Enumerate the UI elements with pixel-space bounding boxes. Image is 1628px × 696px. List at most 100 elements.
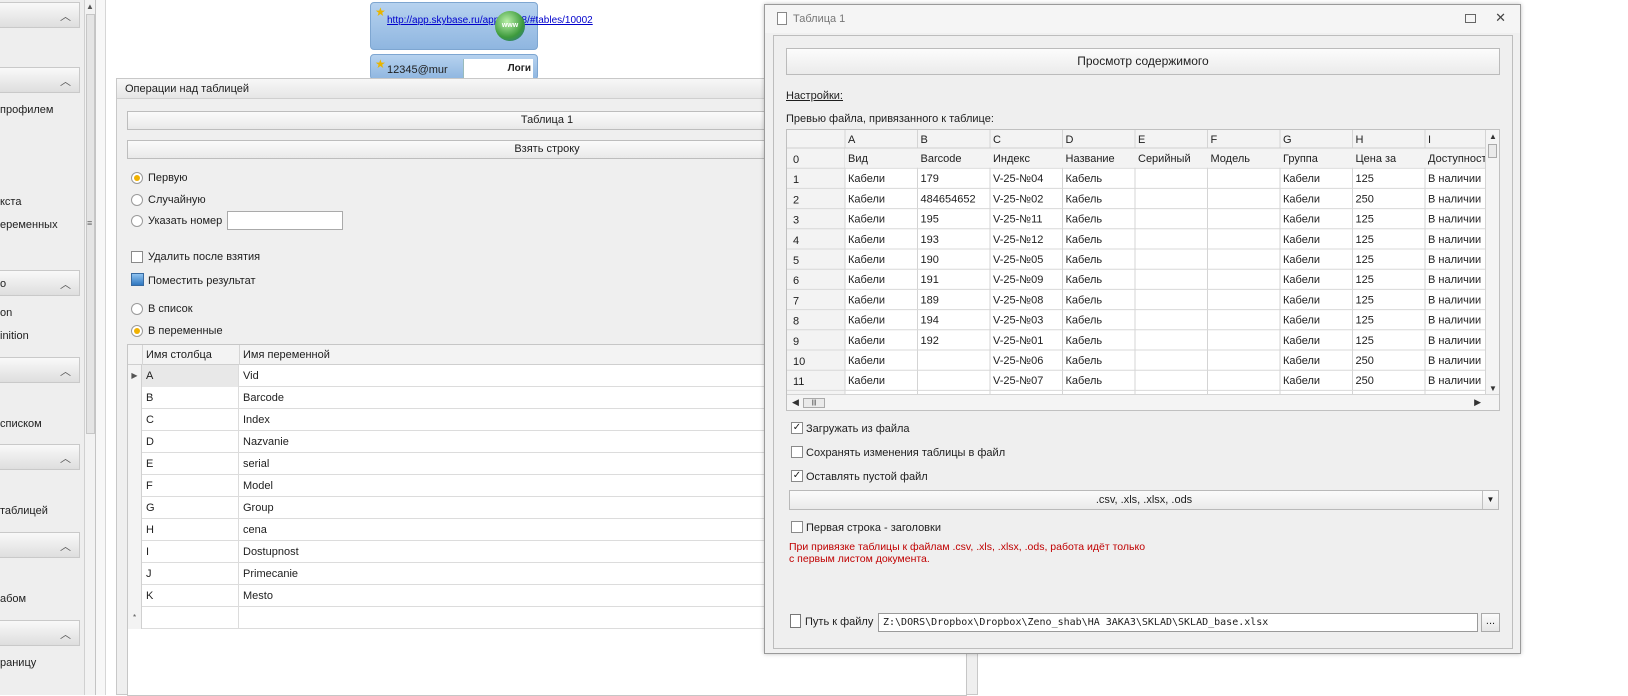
preview-cell[interactable]: Кабели (848, 193, 885, 205)
row-indicator-icon[interactable]: ▶ (128, 365, 142, 387)
row-indicator[interactable] (128, 541, 142, 563)
scroll-up-arrow-icon[interactable]: ▲ (1489, 132, 1497, 141)
settings-link[interactable]: Настройки: (786, 90, 843, 102)
save-changes-checkbox[interactable] (791, 446, 803, 458)
task-card-url[interactable]: ★ http://app.skybase.ru/app27378/#tables… (370, 2, 593, 50)
preview-cell[interactable]: Кабель (1066, 234, 1103, 246)
preview-cell[interactable]: Кабели (1283, 173, 1320, 185)
preview-cell[interactable]: Кабели (1283, 315, 1320, 327)
preview-cell[interactable]: Кабели (848, 355, 885, 367)
column-name-cell[interactable]: B (142, 387, 239, 409)
preview-cell[interactable]: Кабели (848, 375, 885, 387)
preview-cell[interactable]: Кабели (1283, 193, 1320, 205)
preview-cell[interactable]: 190 (921, 254, 939, 266)
preview-vertical-scrollbar[interactable]: ▲ ▼ (1485, 130, 1499, 395)
column-name-cell[interactable] (142, 607, 239, 629)
row-indicator[interactable] (128, 409, 142, 431)
accordion-header-5[interactable]: ︿ (0, 444, 80, 470)
sidebar-item[interactable]: on (0, 307, 12, 319)
preview-cell[interactable]: В наличии (1428, 234, 1481, 246)
preview-cell[interactable]: Кабель (1066, 315, 1103, 327)
view-content-button[interactable]: Просмотр содержимого (786, 48, 1500, 75)
column-letter[interactable]: A (848, 134, 856, 146)
preview-cell[interactable]: 125 (1356, 234, 1374, 246)
preview-cell[interactable]: Цена за (1356, 153, 1398, 165)
preview-cell[interactable]: Кабели (1283, 375, 1320, 387)
column-name-cell[interactable]: F (142, 475, 239, 497)
preview-cell[interactable]: Кабели (1283, 335, 1320, 347)
preview-cell[interactable]: В наличии (1428, 375, 1481, 387)
column-letter[interactable]: G (1283, 134, 1292, 146)
preview-cell[interactable]: Кабели (1283, 254, 1320, 266)
preview-cell[interactable]: 189 (921, 294, 939, 306)
column-letter[interactable]: B (921, 134, 928, 146)
preview-cell[interactable]: 193 (921, 234, 939, 246)
preview-cell[interactable]: V-25-№12 (993, 234, 1043, 246)
chevron-down-icon[interactable]: ▼ (1482, 491, 1498, 509)
accordion-header-2[interactable]: ︿ (0, 67, 80, 93)
preview-cell[interactable]: 179 (921, 173, 939, 185)
preview-cell[interactable]: Кабели (1283, 274, 1320, 286)
column-letter[interactable]: E (1138, 134, 1145, 146)
preview-cell[interactable]: Группа (1283, 153, 1319, 165)
preview-cell[interactable]: В наличии (1428, 214, 1481, 226)
preview-cell[interactable]: 195 (921, 214, 939, 226)
preview-cell[interactable]: 484654652 (921, 193, 976, 205)
column-name-cell[interactable]: J (142, 563, 239, 585)
radio-random[interactable] (131, 194, 143, 206)
preview-cell[interactable]: В наличии (1428, 254, 1481, 266)
preview-cell[interactable]: 191 (921, 274, 939, 286)
column-name-cell[interactable]: H (142, 519, 239, 541)
accordion-header-4[interactable]: ︿ (0, 357, 80, 383)
sidebar-item[interactable]: раницу (0, 657, 36, 669)
preview-cell[interactable]: 125 (1356, 274, 1374, 286)
scroll-down-arrow-icon[interactable]: ▼ (1489, 384, 1497, 393)
preview-cell[interactable]: 250 (1356, 193, 1374, 205)
preview-cell[interactable]: V-25-№08 (993, 294, 1043, 306)
column-letter[interactable]: D (1066, 134, 1074, 146)
row-number[interactable]: 2 (793, 194, 799, 206)
radio-first[interactable] (131, 172, 143, 184)
preview-cell[interactable]: V-25-№05 (993, 254, 1043, 266)
column-name-cell[interactable]: C (142, 409, 239, 431)
preview-cell[interactable]: Кабели (848, 254, 885, 266)
delete-after-checkbox[interactable] (131, 251, 143, 263)
column-name-cell[interactable]: A (142, 365, 239, 387)
preview-cell[interactable]: В наличии (1428, 355, 1481, 367)
scroll-right-arrow-icon[interactable]: ▶ (1474, 397, 1481, 408)
sidebar-item[interactable]: абом (0, 593, 26, 605)
column-name-cell[interactable]: K (142, 585, 239, 607)
row-number[interactable]: 5 (793, 255, 799, 267)
preview-cell[interactable]: Кабель (1066, 355, 1103, 367)
preview-cell[interactable]: V-25-№11 (993, 214, 1043, 226)
sidebar-item[interactable]: кста (0, 196, 21, 208)
preview-cell[interactable]: Кабель (1066, 193, 1103, 205)
preview-cell[interactable]: 125 (1356, 335, 1374, 347)
radio-to-list[interactable] (131, 303, 143, 315)
sidebar-item[interactable]: списком (0, 418, 42, 430)
preview-cell[interactable]: Доступност (1428, 153, 1487, 165)
row-number[interactable]: 0 (793, 154, 799, 166)
load-from-file-checkbox[interactable]: ✓ (791, 422, 803, 434)
preview-cell[interactable]: Кабели (1283, 234, 1320, 246)
file-preview-grid[interactable]: A B C D E F G H I 0 Вид Barcode Индекс Название Серийн… (786, 129, 1500, 411)
radio-to-vars[interactable] (131, 325, 143, 337)
dialog-titlebar[interactable]: Таблица 1 ✕ (765, 5, 1520, 33)
header-column-name[interactable]: Имя столбца (142, 345, 239, 365)
row-number[interactable]: 3 (793, 215, 799, 227)
preview-horizontal-scrollbar[interactable]: ◀ ||| ▶ (787, 394, 1499, 410)
row-indicator[interactable] (128, 475, 142, 497)
preview-cell[interactable]: В наличии (1428, 274, 1481, 286)
sidebar-item[interactable]: inition (0, 330, 29, 342)
preview-cell[interactable]: 125 (1356, 254, 1374, 266)
row-indicator[interactable] (128, 453, 142, 475)
row-number[interactable]: 4 (793, 235, 799, 247)
task-card-link[interactable]: http://app.skybase.ru/app27378/#tables/1… (387, 15, 593, 27)
sidebar-item[interactable]: о (0, 278, 6, 290)
row-number[interactable]: 6 (793, 275, 799, 287)
row-indicator[interactable] (128, 387, 142, 409)
column-letter[interactable]: H (1356, 134, 1364, 146)
row-number[interactable]: 7 (793, 295, 799, 307)
preview-cell[interactable]: Кабель (1066, 335, 1103, 347)
preview-cell[interactable]: 192 (921, 335, 939, 347)
